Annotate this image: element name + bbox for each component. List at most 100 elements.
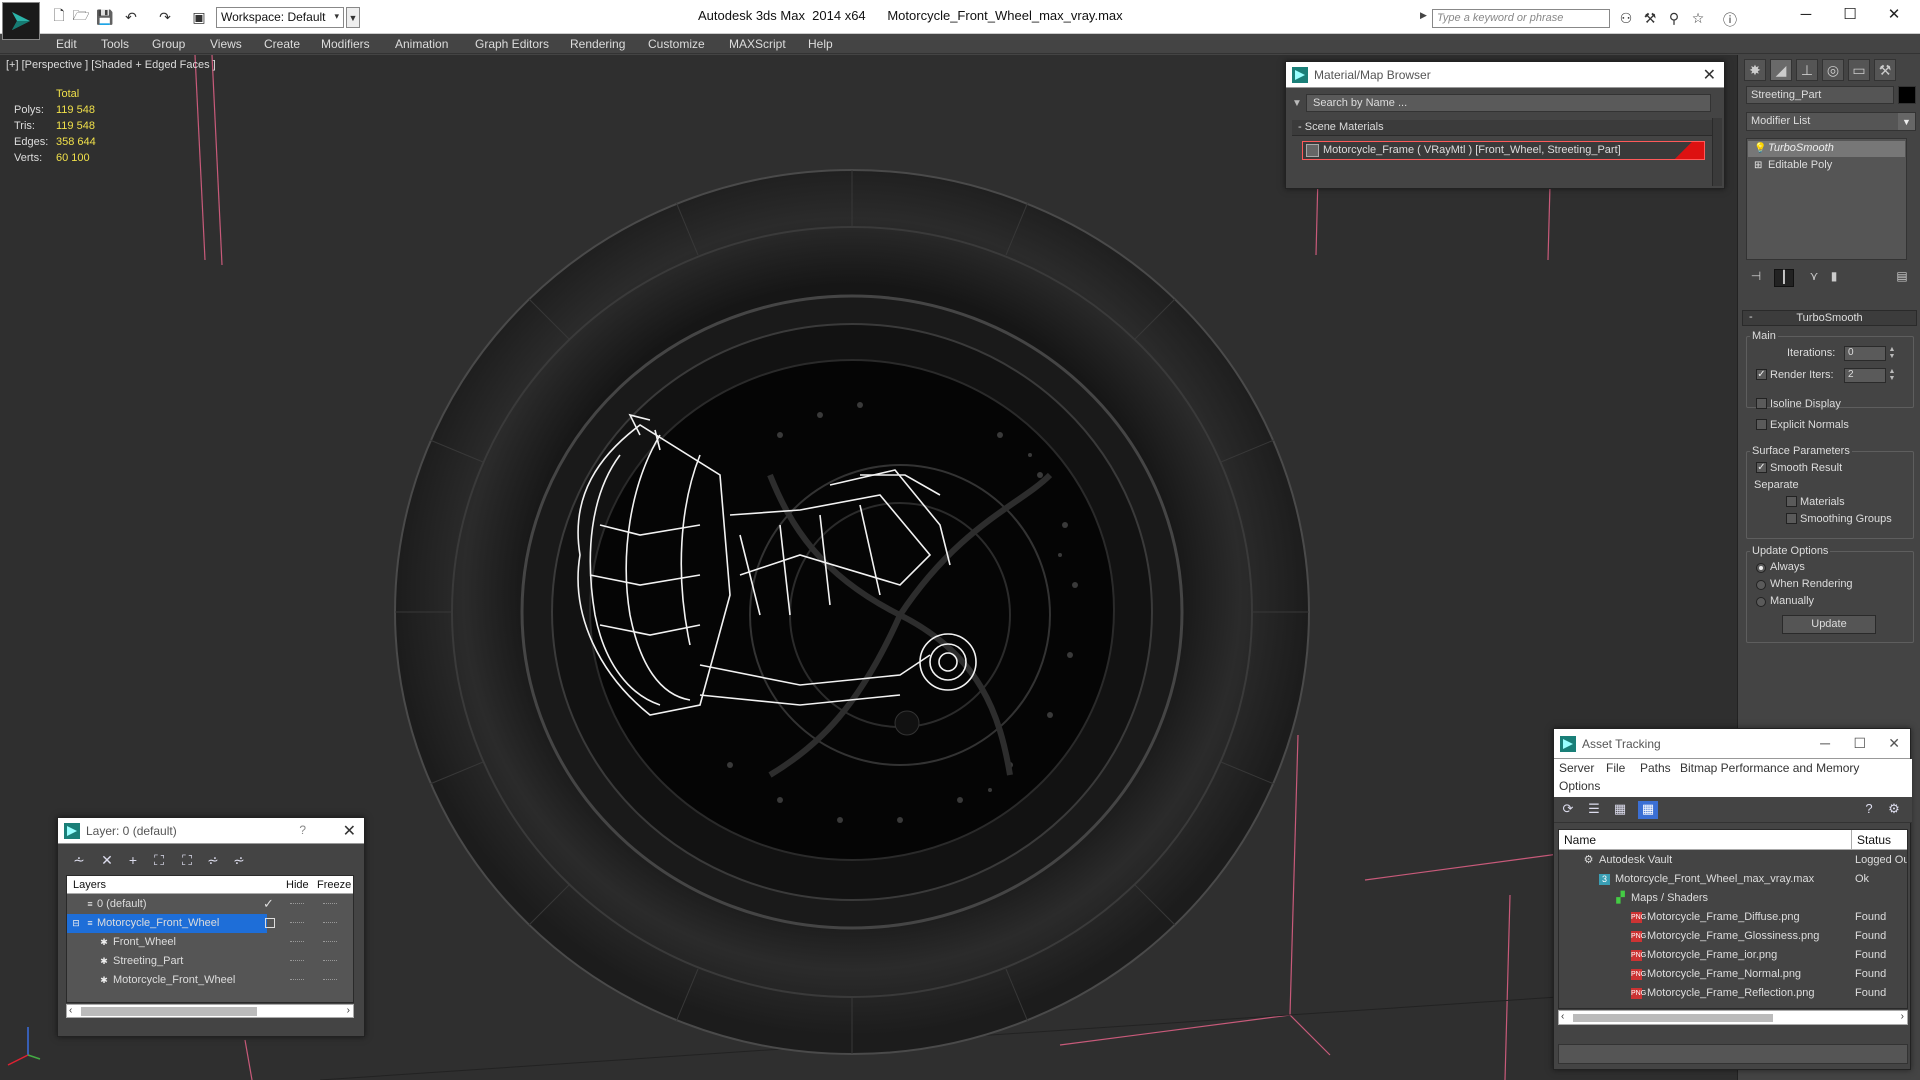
freeze-toggle[interactable] <box>323 941 337 943</box>
quick-access-dropdown[interactable]: ▼ <box>346 7 360 28</box>
hide-column-header[interactable]: Hide <box>286 879 309 891</box>
add-to-layer-icon[interactable]: + <box>122 850 144 870</box>
list-view-icon[interactable]: ☰ <box>1584 801 1604 819</box>
asset-row[interactable]: 3 Motorcycle_Front_Wheel_max_vray.max Ok <box>1559 870 1907 889</box>
asset-row[interactable]: PNG Motorcycle_Frame_Reflection.png Foun… <box>1559 984 1907 1003</box>
stack-item-editable-poly[interactable]: ⊞ Editable Poly <box>1748 158 1905 174</box>
create-layer-icon[interactable]: ⩪ <box>68 850 90 870</box>
menu-graph-editors[interactable]: Graph Editors <box>475 37 549 51</box>
asset-row[interactable]: PNG Motorcycle_Frame_ior.png Found <box>1559 946 1907 965</box>
help-button[interactable]: ? <box>299 823 306 837</box>
new-file-icon[interactable]: 🗋 <box>50 7 68 26</box>
favorites-star-icon[interactable]: ☆ <box>1688 10 1708 28</box>
layer-row[interactable]: ≡ 0 (default) ✓ <box>67 895 353 914</box>
asset-row[interactable]: PNG Motorcycle_Frame_Glossiness.png Foun… <box>1559 927 1907 946</box>
viewport-label[interactable]: [+] [Perspective ] [Shaded + Edged Faces… <box>6 59 216 71</box>
scroll-left-icon[interactable]: ‹ <box>1561 1011 1564 1022</box>
workspace-select[interactable]: Workspace: Default ▾ <box>216 7 344 28</box>
name-column-header[interactable]: Name <box>1564 833 1596 847</box>
material-item[interactable]: Motorcycle_Frame ( VRayMtl ) [Front_Whee… <box>1302 141 1705 160</box>
menu-views[interactable]: Views <box>210 37 242 51</box>
scroll-left-icon[interactable]: ‹ <box>69 1005 72 1016</box>
menu-group[interactable]: Group <box>152 37 185 51</box>
spinner-arrows-icon[interactable]: ▲ ▼ <box>1887 368 1897 383</box>
asset-horizontal-scrollbar[interactable]: ‹ › <box>1558 1010 1908 1025</box>
search-input[interactable]: Type a keyword or phrase <box>1432 9 1610 28</box>
scrollbar-thumb[interactable] <box>81 1007 257 1016</box>
set-current-box[interactable] <box>265 918 275 928</box>
create-tab-icon[interactable]: ✸ <box>1744 59 1766 81</box>
delete-layer-icon[interactable]: ✕ <box>96 850 118 870</box>
undo-icon[interactable]: ↶ <box>122 8 140 26</box>
asset-row[interactable]: PNG Motorcycle_Frame_Diffuse.png Found <box>1559 908 1907 927</box>
menu-help[interactable]: Help <box>808 37 833 51</box>
redo-icon[interactable]: ↷ <box>156 8 174 26</box>
layer-row[interactable]: ✱ Front_Wheel <box>67 933 353 952</box>
layer-panel-titlebar[interactable]: Layer: 0 (default) ? ✕ <box>58 818 364 844</box>
hide-toggle[interactable] <box>290 903 304 905</box>
show-end-result-icon[interactable]: ┃ <box>1774 269 1794 287</box>
menu-tools[interactable]: Tools <box>101 37 129 51</box>
menu-animation[interactable]: Animation <box>395 37 448 51</box>
material-browser-titlebar[interactable]: Material/Map Browser ✕ <box>1286 62 1724 88</box>
lightbulb-icon[interactable]: 💡 <box>1754 143 1766 154</box>
menu-modifiers[interactable]: Modifiers <box>321 37 370 51</box>
scroll-right-icon[interactable]: › <box>347 1005 350 1016</box>
settings-icon[interactable]: ⚙ <box>1884 801 1904 819</box>
utilities-tab-icon[interactable]: ⚒ <box>1874 59 1896 81</box>
make-unique-icon[interactable]: ⋎ <box>1804 269 1824 287</box>
help-icon[interactable]: ⓘ <box>1720 10 1740 28</box>
layers-column-header[interactable]: Layers <box>73 879 106 891</box>
asset-row[interactable]: ▞ Maps / Shaders <box>1559 889 1907 908</box>
help-icon[interactable]: ? <box>1859 801 1879 819</box>
object-color-swatch[interactable] <box>1898 86 1916 104</box>
detail-view-icon[interactable]: ▦ <box>1610 801 1630 819</box>
asset-menu-paths[interactable]: Paths <box>1640 761 1671 775</box>
browser-options-icon[interactable]: ▼ <box>1292 98 1302 109</box>
hide-toggle[interactable] <box>290 922 304 924</box>
hierarchy-tab-icon[interactable]: ⊥ <box>1796 59 1818 81</box>
object-name-field[interactable]: Streeting_Part <box>1746 86 1894 104</box>
menu-customize[interactable]: Customize <box>648 37 705 51</box>
remove-modifier-icon[interactable]: ▮ <box>1824 269 1844 287</box>
motion-tab-icon[interactable]: ◎ <box>1822 59 1844 81</box>
hide-toggle[interactable] <box>290 979 304 981</box>
maximize-icon[interactable]: ☐ <box>1853 735 1866 752</box>
stack-item-turbosmooth[interactable]: 💡 TurboSmooth <box>1748 141 1905 157</box>
maximize-icon[interactable]: ☐ <box>1830 4 1870 26</box>
open-file-icon[interactable]: 🗁 <box>72 7 90 26</box>
current-layer-check-icon[interactable]: ✓ <box>263 896 274 912</box>
material-search-input[interactable]: Search by Name ... <box>1306 94 1711 112</box>
communication-center-icon[interactable]: ⚲ <box>1664 10 1684 28</box>
when-rendering-radio[interactable] <box>1756 580 1766 590</box>
asset-row[interactable]: PNG Motorcycle_Frame_Normal.png Found <box>1559 965 1907 984</box>
freeze-toggle[interactable] <box>323 979 337 981</box>
collapse-icon[interactable]: ⊟ <box>71 918 81 929</box>
asset-menu-options[interactable]: Options <box>1559 779 1600 793</box>
material-browser-scrollbar[interactable] <box>1712 118 1722 186</box>
project-folder-icon[interactable]: ▣ <box>190 8 208 26</box>
asset-menu-file[interactable]: File <box>1606 761 1625 775</box>
render-iters-checkbox[interactable]: ✓ <box>1756 369 1767 380</box>
iterations-spinner[interactable]: 0 ▲ ▼ <box>1844 346 1895 361</box>
explicit-normals-checkbox[interactable] <box>1756 419 1767 430</box>
table-view-icon[interactable]: ▦ <box>1638 801 1658 819</box>
freeze-toggle[interactable] <box>323 960 337 962</box>
freeze-all-icon[interactable]: ⩫ <box>228 850 250 870</box>
spinner-arrows-icon[interactable]: ▲ ▼ <box>1887 346 1897 361</box>
close-icon[interactable]: ✕ <box>343 821 356 841</box>
layer-horizontal-scrollbar[interactable]: ‹ › <box>66 1004 354 1018</box>
menu-create[interactable]: Create <box>264 37 300 51</box>
smoothing-groups-checkbox[interactable] <box>1786 513 1797 524</box>
asset-tracking-titlebar[interactable]: Asset Tracking ─ ☐ ✕ <box>1554 729 1910 759</box>
scroll-right-icon[interactable]: › <box>1901 1011 1904 1022</box>
minimize-icon[interactable]: ─ <box>1786 4 1826 26</box>
freeze-column-header[interactable]: Freeze <box>317 879 351 891</box>
manually-radio[interactable] <box>1756 597 1766 607</box>
isoline-display-checkbox[interactable] <box>1756 398 1767 409</box>
refresh-icon[interactable]: ⟳ <box>1558 801 1578 819</box>
status-column-header[interactable]: Status <box>1851 830 1891 850</box>
render-iters-spinner[interactable]: 2 ▲ ▼ <box>1844 368 1895 383</box>
binoculars-icon[interactable]: ⚇ <box>1616 10 1636 28</box>
close-icon[interactable]: ✕ <box>1703 65 1716 85</box>
